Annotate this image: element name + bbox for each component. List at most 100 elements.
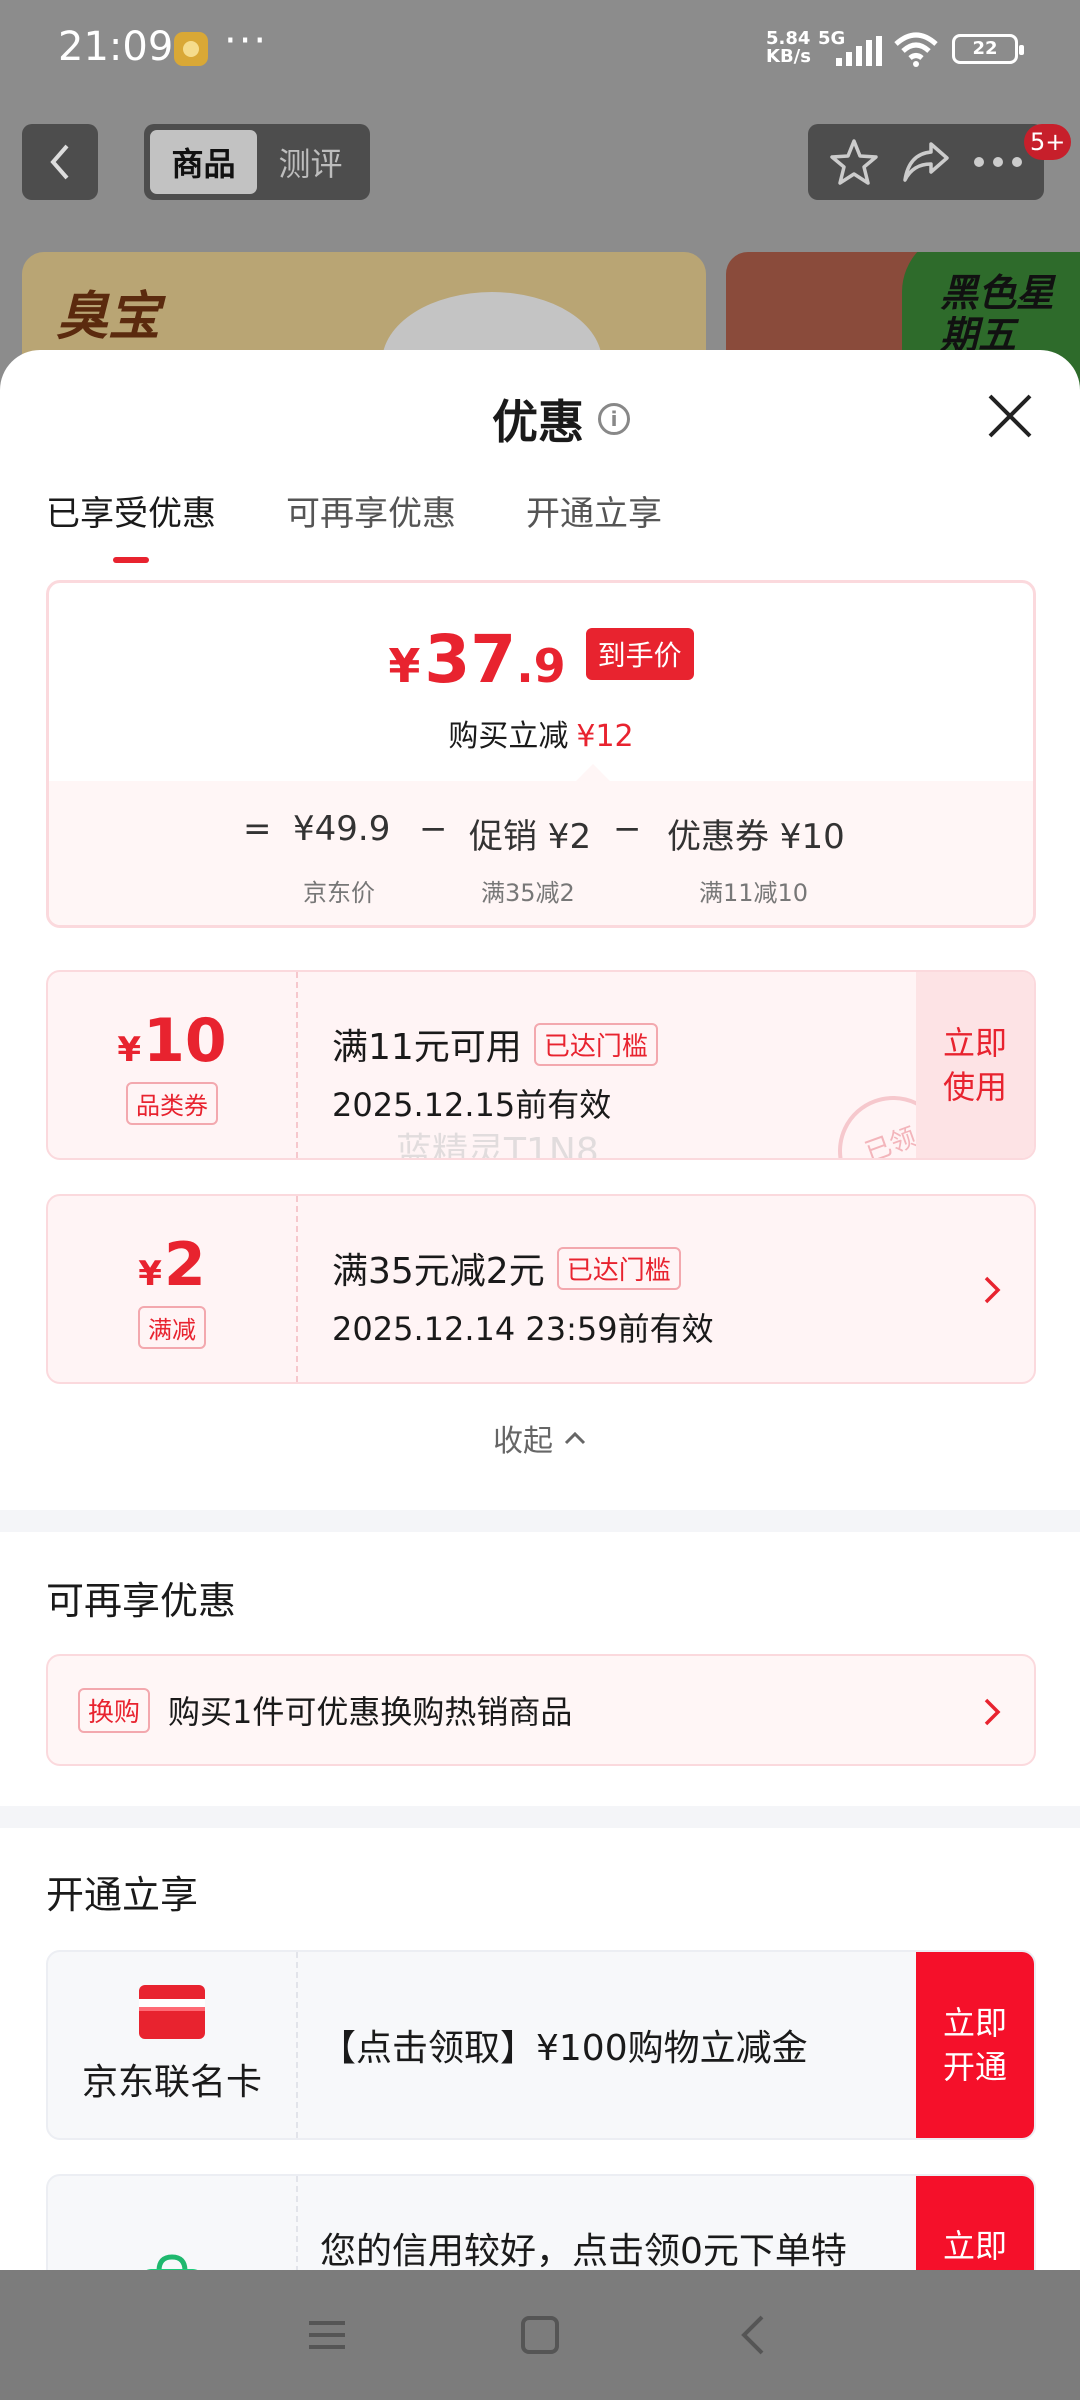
coupon-type-badge: 满减: [138, 1305, 206, 1349]
more-notifications-icon: ···: [224, 18, 269, 64]
savings-label: 购买立减: [448, 719, 569, 754]
savings-line: 购买立减 ¥12: [49, 711, 1033, 755]
coupon-amount: ¥ 2: [138, 1230, 205, 1300]
coupon-condition: 满35元减2元: [332, 1251, 545, 1292]
chevron-right-icon: [984, 1698, 1001, 1726]
app-notification-icon: [174, 32, 208, 66]
coupon-type-badge: 品类券: [126, 1081, 218, 1125]
coupon-number: 2: [163, 1229, 206, 1300]
discount-sheet: 优惠 i 已享受优惠 可再享优惠 开通立享 ¥ 37 .9 到手价 购买立减 ¥1…: [0, 350, 1080, 2270]
coupon-details: 满11元可用 已达门槛 2025.12.15前有效: [332, 1018, 658, 1126]
open-now-button[interactable]: 立即 开通: [916, 1952, 1034, 2138]
credit-offer-brand: [48, 2176, 298, 2270]
coupon-details: 满35元减2元 已达门槛 2025.12.14 23:59前有效: [332, 1242, 714, 1350]
savings-value: ¥12: [576, 719, 634, 754]
breakdown-minus-1: −: [419, 809, 448, 849]
coupon-card[interactable]: ¥ 10 品类券 满11元可用 已达门槛 2025.12.15前有效 蓝精灵T1…: [46, 970, 1036, 1160]
tab-product[interactable]: 商品: [150, 130, 257, 194]
breakdown-equals: =: [243, 809, 272, 849]
cobrand-card-text: 【点击领取】¥100购物立减金: [320, 2028, 808, 2069]
swap-text: 购买1件可优惠换购热销商品: [168, 1693, 573, 1731]
favorite-button[interactable]: [826, 134, 882, 190]
recent-apps-button[interactable]: [297, 2305, 357, 2365]
share-icon: [903, 142, 949, 182]
collapse-button[interactable]: 收起: [0, 1416, 1080, 1460]
breakdown-coupon-label: 满11减10: [699, 879, 809, 907]
header-actions: [808, 124, 1044, 200]
sheet-header: 优惠 i: [492, 386, 630, 452]
tab-review[interactable]: 测评: [257, 130, 364, 194]
price-summary-card: ¥ 37 .9 到手价 购买立减 ¥12 = ¥49.9 − 促销 ¥2 − 优惠…: [46, 580, 1036, 928]
more-dots-icon: [974, 157, 1022, 167]
threshold-met-badge: 已达门槛: [556, 1246, 681, 1290]
price-decimal: .9: [516, 639, 566, 693]
breakdown-base-price: ¥49.9: [293, 809, 391, 849]
credit-card-icon: [139, 1985, 205, 2039]
credit-offer-text: 您的信用较好，点击领0元下单特: [320, 2231, 847, 2270]
back-button[interactable]: [22, 124, 98, 200]
coupon-value: ¥ 10 品类券: [48, 972, 298, 1158]
price-breakdown: = ¥49.9 − 促销 ¥2 − 优惠券 ¥10 京东价 满35减2 满11减…: [49, 781, 1033, 925]
claim-now-button[interactable]: 立即: [916, 2176, 1034, 2270]
info-icon[interactable]: i: [598, 403, 630, 435]
coupon-currency: ¥: [138, 1253, 162, 1294]
coupon-condition: 满11元可用: [332, 1027, 522, 1068]
breakdown-promo: 促销 ¥2: [469, 817, 592, 857]
star-icon: [830, 139, 878, 185]
threshold-met-badge: 已达门槛: [533, 1022, 658, 1066]
close-button[interactable]: [980, 386, 1040, 446]
breakdown-promo-label: 满35减2: [481, 879, 575, 907]
credit-offer[interactable]: 您的信用较好，点击领0元下单特 立即: [46, 2174, 1036, 2270]
menu-icon: [308, 2321, 345, 2349]
more-button[interactable]: [970, 134, 1026, 190]
message-badge: 5+: [1024, 124, 1072, 160]
coupon-card[interactable]: ¥ 2 满减 满35元减2元 已达门槛 2025.12.14 23:59前有效: [46, 1194, 1036, 1384]
battery-icon: 22: [952, 34, 1024, 64]
price-integer: 37: [424, 621, 517, 698]
home-button[interactable]: [510, 2305, 570, 2365]
cobrand-card-name: 京东联名卡: [81, 2062, 262, 2103]
banner-promo-text: 黑色星期五: [940, 271, 1055, 357]
chevron-right-icon: [984, 1276, 1001, 1304]
wifi-icon: [894, 32, 938, 67]
chevron-left-icon: [50, 144, 69, 180]
product-tabs: 商品 测评: [144, 124, 370, 200]
signal-icon: [836, 36, 882, 66]
back-arrow-icon: [741, 2315, 764, 2355]
sheet-title: 优惠: [492, 395, 584, 449]
cobrand-card-brand: 京东联名卡: [48, 1952, 298, 2138]
more-discounts-title: 可再享优惠: [46, 1579, 237, 1623]
chevron-up-icon: [564, 1431, 586, 1445]
discount-tabs: 已享受优惠 可再享优惠 开通立享: [46, 486, 662, 563]
open-benefits-title: 开通立享: [46, 1873, 199, 1917]
cobrand-card-offer[interactable]: 京东联名卡 【点击领取】¥100购物立减金 立即 开通: [46, 1950, 1036, 2140]
status-time: 21:09: [58, 24, 174, 70]
final-price-area: ¥ 37 .9 到手价 购买立减 ¥12: [49, 583, 1033, 781]
price-currency: ¥: [388, 639, 421, 693]
coupon-currency: ¥: [117, 1029, 142, 1070]
breakdown-minus-2: −: [613, 809, 642, 849]
share-button[interactable]: [898, 134, 954, 190]
coupon-condition-row: 满11元可用 已达门槛: [332, 1018, 658, 1070]
tab-enjoyed-discounts[interactable]: 已享受优惠: [46, 486, 216, 563]
use-now-button[interactable]: 立即 使用: [916, 972, 1034, 1158]
net-speed: 5.84 KB/s: [766, 28, 811, 67]
section-divider: [0, 1806, 1080, 1828]
watermark: 蓝精灵T1N8: [396, 1131, 599, 1160]
coupon-value: ¥ 2 满减: [48, 1196, 298, 1382]
swap-tag: 换购: [78, 1687, 151, 1733]
coupon-amount: ¥ 10: [117, 1006, 226, 1076]
section-divider: [0, 1510, 1080, 1532]
banner-brand: 臭宝: [56, 287, 161, 347]
breakdown-base-label: 京东价: [303, 879, 375, 907]
tab-more-discounts[interactable]: 可再享优惠: [286, 486, 456, 563]
final-price-tag: 到手价: [585, 627, 694, 680]
system-back-button[interactable]: [723, 2305, 783, 2365]
tab-open-benefits[interactable]: 开通立享: [526, 486, 662, 563]
coupon-number: 10: [143, 1005, 227, 1076]
status-bar: 21:09 ··· 5.84 KB/s 5G 22: [0, 0, 1080, 100]
coupon-condition-row: 满35元减2元 已达门槛: [332, 1242, 714, 1294]
home-square-icon: [520, 2316, 559, 2354]
coupon-validity: 2025.12.15前有效: [332, 1086, 612, 1124]
swap-offer[interactable]: 换购 购买1件可优惠换购热销商品: [46, 1654, 1036, 1766]
